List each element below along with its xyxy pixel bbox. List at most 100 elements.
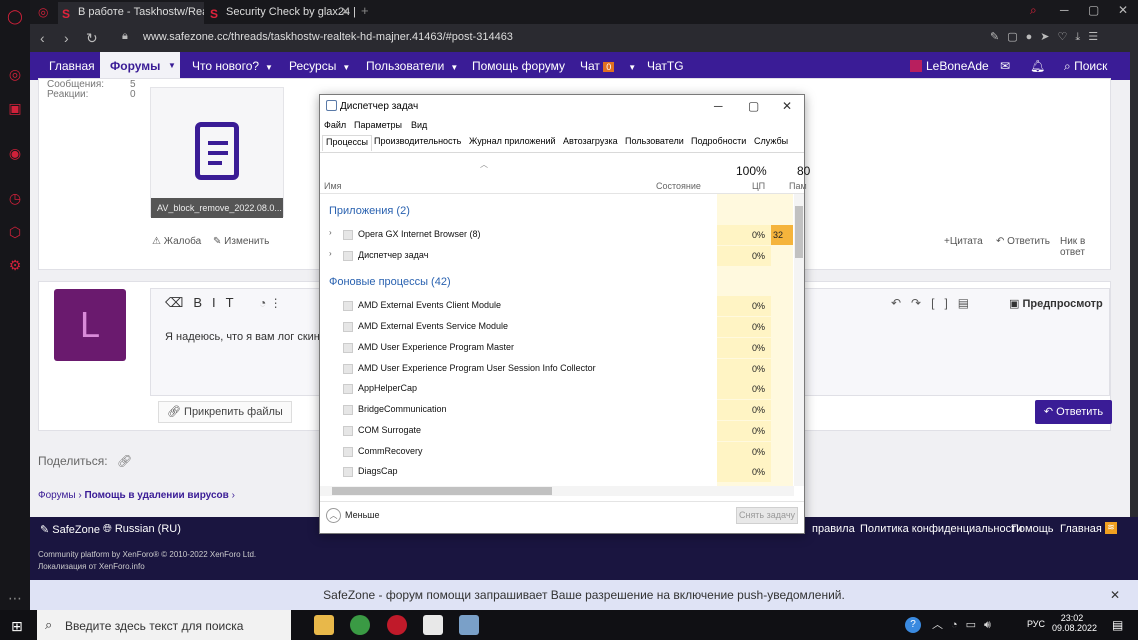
opera-logo-icon[interactable]: ◯ <box>7 8 23 24</box>
process-row[interactable]: BridgeCommunication 0% <box>320 400 795 420</box>
palette-icon[interactable]: ◔ ⋮ <box>259 296 282 310</box>
attach-files-button[interactable]: 🔗︎ Прикрепить файлы <box>158 401 292 423</box>
bell-icon[interactable]: 🔔︎ <box>1030 52 1045 80</box>
player-icon[interactable]: ◉ <box>7 145 23 161</box>
nav-home[interactable]: Главная <box>49 52 95 80</box>
undo-redo-icons[interactable]: ↶↷[]▤ <box>891 296 979 310</box>
expand-icon[interactable]: › <box>329 228 332 237</box>
notifications-icon[interactable]: ▤ <box>1112 618 1123 632</box>
format-toolbar-icons[interactable]: ⌫BIT <box>165 295 244 311</box>
windows-start-icon[interactable]: ⊞ <box>11 618 23 635</box>
maximize-icon[interactable]: ▢ <box>1088 3 1099 17</box>
reply-link[interactable]: ↶ Ответить <box>996 236 1050 247</box>
process-row[interactable]: › Opera GX Internet Browser (8) 0% 32 <box>320 225 795 245</box>
reload-icon[interactable]: ↻ <box>86 30 98 47</box>
tab-performance[interactable]: Производительность <box>374 136 461 146</box>
footer-link-rules[interactable]: правила <box>812 523 855 535</box>
process-row[interactable]: DiagsCap 0% <box>320 462 795 482</box>
search-button[interactable]: ⌕ Поиск <box>1064 52 1107 80</box>
tab-users[interactable]: Пользователи <box>625 136 684 146</box>
collapse-icon[interactable]: ︿ <box>326 508 341 523</box>
process-row[interactable]: AMD External Events Client Module 0% <box>320 296 795 316</box>
end-task-button[interactable]: Снять задачу <box>736 507 798 524</box>
settings-icon[interactable]: ⚙ <box>7 257 23 273</box>
footer-link-privacy[interactable]: Политика конфиденциальности <box>860 523 1022 535</box>
browser-tab-active[interactable]: S В работе - Taskhostw/Realt <box>58 2 204 24</box>
nav-users[interactable]: Пользователи ▼ <box>366 52 458 80</box>
tray-icons[interactable]: ︿◔▭🔊︎ <box>932 616 999 632</box>
minimize-icon[interactable]: ─ <box>1060 3 1069 17</box>
menu-view[interactable]: Вид <box>411 120 427 130</box>
chrome-icon[interactable] <box>350 615 370 635</box>
footer-brand[interactable]: ✎ SafeZone <box>40 523 100 536</box>
history-icon[interactable]: ◷ <box>7 190 23 206</box>
url-field[interactable]: www.safezone.cc/threads/taskhostw-realte… <box>143 31 513 43</box>
col-status[interactable]: Состояние <box>656 181 701 191</box>
browser-tab[interactable]: S Security Check by glax24 | ✕ <box>206 2 356 24</box>
footer-link-home[interactable]: Главная <box>1060 523 1102 535</box>
search-tabs-icon[interactable]: ⌕ <box>1030 3 1037 18</box>
col-name[interactable]: Имя <box>324 181 342 191</box>
col-mem[interactable]: Пам <box>789 181 807 191</box>
user-menu[interactable]: LeBoneAde <box>910 52 989 80</box>
process-row[interactable]: › Диспетчер задач 0% <box>320 246 795 266</box>
breadcrumb-item[interactable]: Помощь в удалении вирусов <box>84 490 228 501</box>
minimize-icon[interactable]: ─ <box>714 99 723 113</box>
process-row[interactable]: AMD User Experience Program Master 0% <box>320 338 795 358</box>
shopping-icon[interactable]: ▣ <box>7 100 23 116</box>
close-icon[interactable]: ✕ <box>782 99 792 113</box>
apps-group-header[interactable]: Приложения (2) <box>329 205 410 217</box>
language-indicator[interactable]: РУС <box>1027 619 1045 629</box>
nav-chat[interactable]: Чат 0 ▼ <box>580 52 636 80</box>
process-row[interactable]: CommRecovery 0% <box>320 442 795 462</box>
submit-reply-button[interactable]: ↶ Ответить <box>1035 400 1112 424</box>
footer-link-help[interactable]: Помощь <box>1011 523 1054 535</box>
nav-chattg[interactable]: ЧатTG <box>647 52 684 80</box>
clock[interactable]: 23:02 09.08.2022 <box>1052 613 1097 633</box>
process-row[interactable]: COM Surrogate 0% <box>320 421 795 441</box>
file-explorer-icon[interactable] <box>314 615 334 635</box>
nav-resources[interactable]: Ресурсы ▼ <box>289 52 350 80</box>
task-manager-taskbar-icon[interactable] <box>459 615 479 635</box>
breadcrumb-item[interactable]: Форумы <box>38 490 76 501</box>
menu-options[interactable]: Параметры <box>354 120 402 130</box>
process-row[interactable]: AMD External Events Service Module 0% <box>320 317 795 337</box>
tab-services[interactable]: Службы <box>754 136 788 146</box>
speed-dial-icon[interactable]: ◎ <box>7 66 23 82</box>
rss-icon[interactable]: ≋ <box>1105 522 1117 534</box>
expand-icon[interactable]: › <box>329 249 332 258</box>
maximize-icon[interactable]: ▢ <box>748 99 759 113</box>
tab-startup[interactable]: Автозагрузка <box>563 136 618 146</box>
process-row[interactable]: AppHelperCap 0% <box>320 379 795 399</box>
toolbar-icons[interactable]: ✎▢●➤♡⤓☰ <box>990 30 1106 44</box>
tab-details[interactable]: Подробности <box>691 136 746 146</box>
col-cpu[interactable]: ЦП <box>752 181 765 191</box>
background-group-header[interactable]: Фоновые процессы (42) <box>329 276 451 288</box>
close-icon[interactable]: ✕ <box>1110 580 1120 610</box>
quote-link[interactable]: +Цитата <box>944 236 983 247</box>
page-scrollbar[interactable] <box>1130 52 1138 580</box>
process-row[interactable]: AMD User Experience Program User Session… <box>320 359 795 379</box>
tab-processes[interactable]: Процессы <box>322 135 373 151</box>
forward-icon[interactable]: › <box>64 30 69 46</box>
nick-reply-link[interactable]: Ник в ответ <box>1060 236 1110 258</box>
nav-help[interactable]: Помощь форуму <box>472 52 565 80</box>
extensions-icon[interactable]: ⬡ <box>7 224 23 240</box>
taskbar-search[interactable]: ⌕ Введите здесь текст для поиска <box>37 610 291 640</box>
gx-corner-icon[interactable]: ◎ <box>38 5 48 19</box>
chevron-down-icon[interactable]: ▼ <box>168 52 180 80</box>
close-icon[interactable]: ✕ <box>1118 3 1128 17</box>
editor-text[interactable]: Я надеюсь, что я вам лог скин <box>165 331 320 343</box>
report-link[interactable]: ⚠ Жалоба <box>152 236 201 247</box>
opera-gx-icon[interactable] <box>387 615 407 635</box>
language-selector[interactable]: 🌐︎ Russian (RU) <box>103 523 181 536</box>
attachment-thumb[interactable]: AV_block_remove_2022.08.0... <box>150 87 284 218</box>
close-tab-icon[interactable]: ✕ <box>341 2 350 22</box>
more-icon[interactable]: ⋯ <box>7 590 23 606</box>
menu-file[interactable]: Файл <box>324 120 346 130</box>
back-icon[interactable]: ‹ <box>40 30 45 46</box>
fewer-details-link[interactable]: Меньше <box>345 510 380 520</box>
preview-button[interactable]: ▣ Предпросмотр <box>1009 297 1103 310</box>
steam-icon[interactable] <box>423 615 443 635</box>
help-icon[interactable]: ? <box>905 617 921 633</box>
